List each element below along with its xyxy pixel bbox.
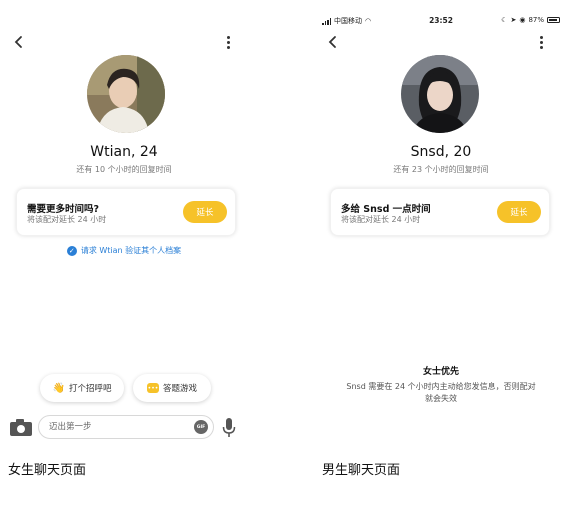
extend-card: 需要更多时间吗? 将该配对延长 24 小时 延长	[16, 188, 236, 236]
reply-time-text: 还有 23 个小时的回复时间	[393, 165, 489, 174]
dot	[539, 40, 543, 44]
card-title: 多给 Snsd 一点时间	[341, 204, 431, 215]
more-options-button[interactable]	[223, 34, 233, 50]
chip-label: 答题游戏	[162, 384, 197, 394]
chip-label: 打个招呼吧	[68, 384, 112, 394]
female-caption: 女生聊天页面	[8, 463, 87, 478]
card-description: 将该配对延长 24 小时	[341, 215, 421, 224]
dot	[539, 45, 543, 49]
chevron-left-icon	[14, 36, 22, 48]
chat-game-icon: •••	[146, 383, 159, 393]
verify-profile-link[interactable]: ✓ 请求 Wtian 验证其个人档案	[0, 245, 248, 256]
moon-icon: ☾	[501, 16, 508, 24]
female-chat-screen: Wtian, 24 还有 10 个小时的回复时间 需要更多时间吗? 将该配对延长…	[0, 0, 248, 450]
male-caption: 男生聊天页面	[322, 463, 401, 478]
notice-description: Snsd 需要在 24 个小时内主动给您发信息，否则配对就会失效	[346, 382, 536, 403]
extend-button[interactable]: 延长	[497, 201, 541, 223]
ladies-first-notice: 女士优先 Snsd 需要在 24 个小时内主动给您发信息，否则配对就会失效	[314, 364, 568, 405]
card-description: 将该配对延长 24 小时	[27, 215, 107, 224]
avatar[interactable]	[87, 55, 165, 133]
more-options-button[interactable]	[536, 34, 546, 50]
microphone-icon[interactable]	[222, 418, 236, 438]
back-button[interactable]	[324, 34, 342, 50]
extend-card: 多给 Snsd 一点时间 将该配对延长 24 小时 延长	[330, 188, 550, 236]
card-title: 需要更多时间吗?	[27, 204, 100, 215]
male-chat-screen: 中国移动 ◠ 23:52 ☾ ➤ ◉ 87% Snsd, 20 还有 23 个小…	[314, 0, 568, 450]
reply-time-text: 还有 10 个小时的回复时间	[76, 165, 172, 174]
quiz-game-chip[interactable]: ••• 答题游戏	[133, 374, 211, 402]
check-badge-icon: ✓	[66, 245, 77, 256]
verify-link-label: 请求 Wtian 验证其个人档案	[80, 246, 182, 255]
gif-button[interactable]: GIF	[194, 420, 208, 434]
message-input[interactable]	[38, 415, 214, 439]
status-bar: 中国移动 ◠ 23:52 ☾ ➤ ◉ 87%	[314, 14, 568, 28]
alarm-icon: ◉	[519, 16, 526, 24]
battery-icon	[547, 17, 560, 23]
dot	[226, 45, 230, 49]
profile-name: Wtian, 24	[90, 144, 158, 160]
message-composer: GIF	[10, 415, 240, 441]
dot	[226, 35, 230, 39]
extend-button[interactable]: 延长	[183, 201, 227, 223]
location-icon: ➤	[510, 16, 517, 24]
avatar[interactable]	[401, 55, 479, 133]
dot	[539, 35, 543, 39]
back-button[interactable]	[10, 34, 28, 50]
profile-name: Snsd, 20	[410, 144, 472, 160]
camera-icon[interactable]	[10, 419, 32, 436]
say-hi-chip[interactable]: 👋 打个招呼吧	[40, 374, 124, 402]
chevron-left-icon	[328, 36, 336, 48]
battery-percent: 87%	[528, 16, 544, 24]
dot	[226, 40, 230, 44]
notice-title: 女士优先	[422, 367, 459, 377]
wave-hand-icon: 👋	[52, 382, 65, 394]
